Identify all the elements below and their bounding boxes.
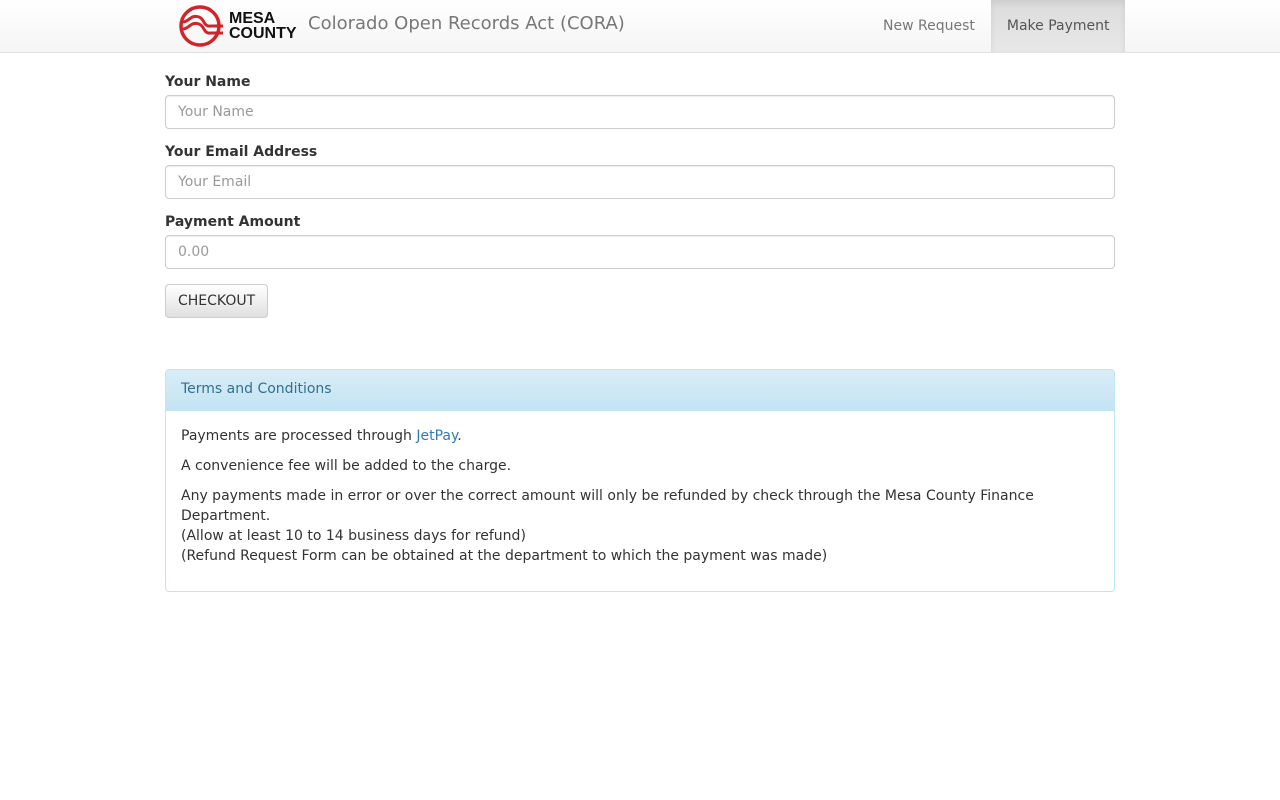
logo-text: MESA COUNTY — [229, 10, 297, 42]
name-group: Your Name — [165, 74, 1115, 129]
terms-panel: Terms and Conditions Payments are proces… — [165, 369, 1115, 592]
terms-processor-suffix: . — [457, 428, 462, 444]
terms-body: Payments are processed through JetPay. A… — [166, 411, 1114, 591]
terms-refund-line-2: (Allow at least 10 to 14 business days f… — [181, 528, 526, 544]
email-label: Your Email Address — [165, 144, 318, 160]
amount-input[interactable] — [165, 235, 1115, 269]
payment-form: Your Name Your Email Address Payment Amo… — [165, 74, 1115, 318]
name-label: Your Name — [165, 74, 251, 90]
terms-heading: Terms and Conditions — [166, 370, 1114, 411]
mesa-county-logo[interactable]: MESA COUNTY — [179, 5, 297, 47]
nav-menu: New Request Make Payment — [867, 0, 1126, 52]
amount-group: Payment Amount — [165, 214, 1115, 269]
terms-fee: A convenience fee will be added to the c… — [181, 458, 512, 474]
email-group: Your Email Address — [165, 144, 1115, 199]
terms-refund-line-3: (Refund Request Form can be obtained at … — [181, 548, 828, 564]
jetpay-link[interactable]: JetPay — [416, 428, 457, 444]
name-input[interactable] — [165, 95, 1115, 129]
nav-make-payment[interactable]: Make Payment — [990, 0, 1126, 52]
app-title[interactable]: Colorado Open Records Act (CORA) — [308, 13, 625, 34]
amount-label: Payment Amount — [165, 214, 301, 230]
email-input[interactable] — [165, 165, 1115, 199]
navbar: MESA COUNTY Colorado Open Records Act (C… — [0, 0, 1280, 53]
logo-line-1: MESA — [229, 10, 276, 27]
mesa-county-logo-mark-icon — [179, 5, 223, 47]
terms-refund-line-1: Any payments made in error or over the c… — [181, 488, 1034, 524]
terms-processor-text: Payments are processed through — [181, 428, 417, 444]
terms-processor: Payments are processed through JetPay. — [181, 426, 1099, 446]
terms-refund: Any payments made in error or over the c… — [181, 486, 1099, 566]
checkout-button[interactable]: CHECKOUT — [165, 284, 269, 318]
nav-new-request[interactable]: New Request — [867, 0, 991, 52]
logo-line-2: COUNTY — [229, 25, 297, 42]
